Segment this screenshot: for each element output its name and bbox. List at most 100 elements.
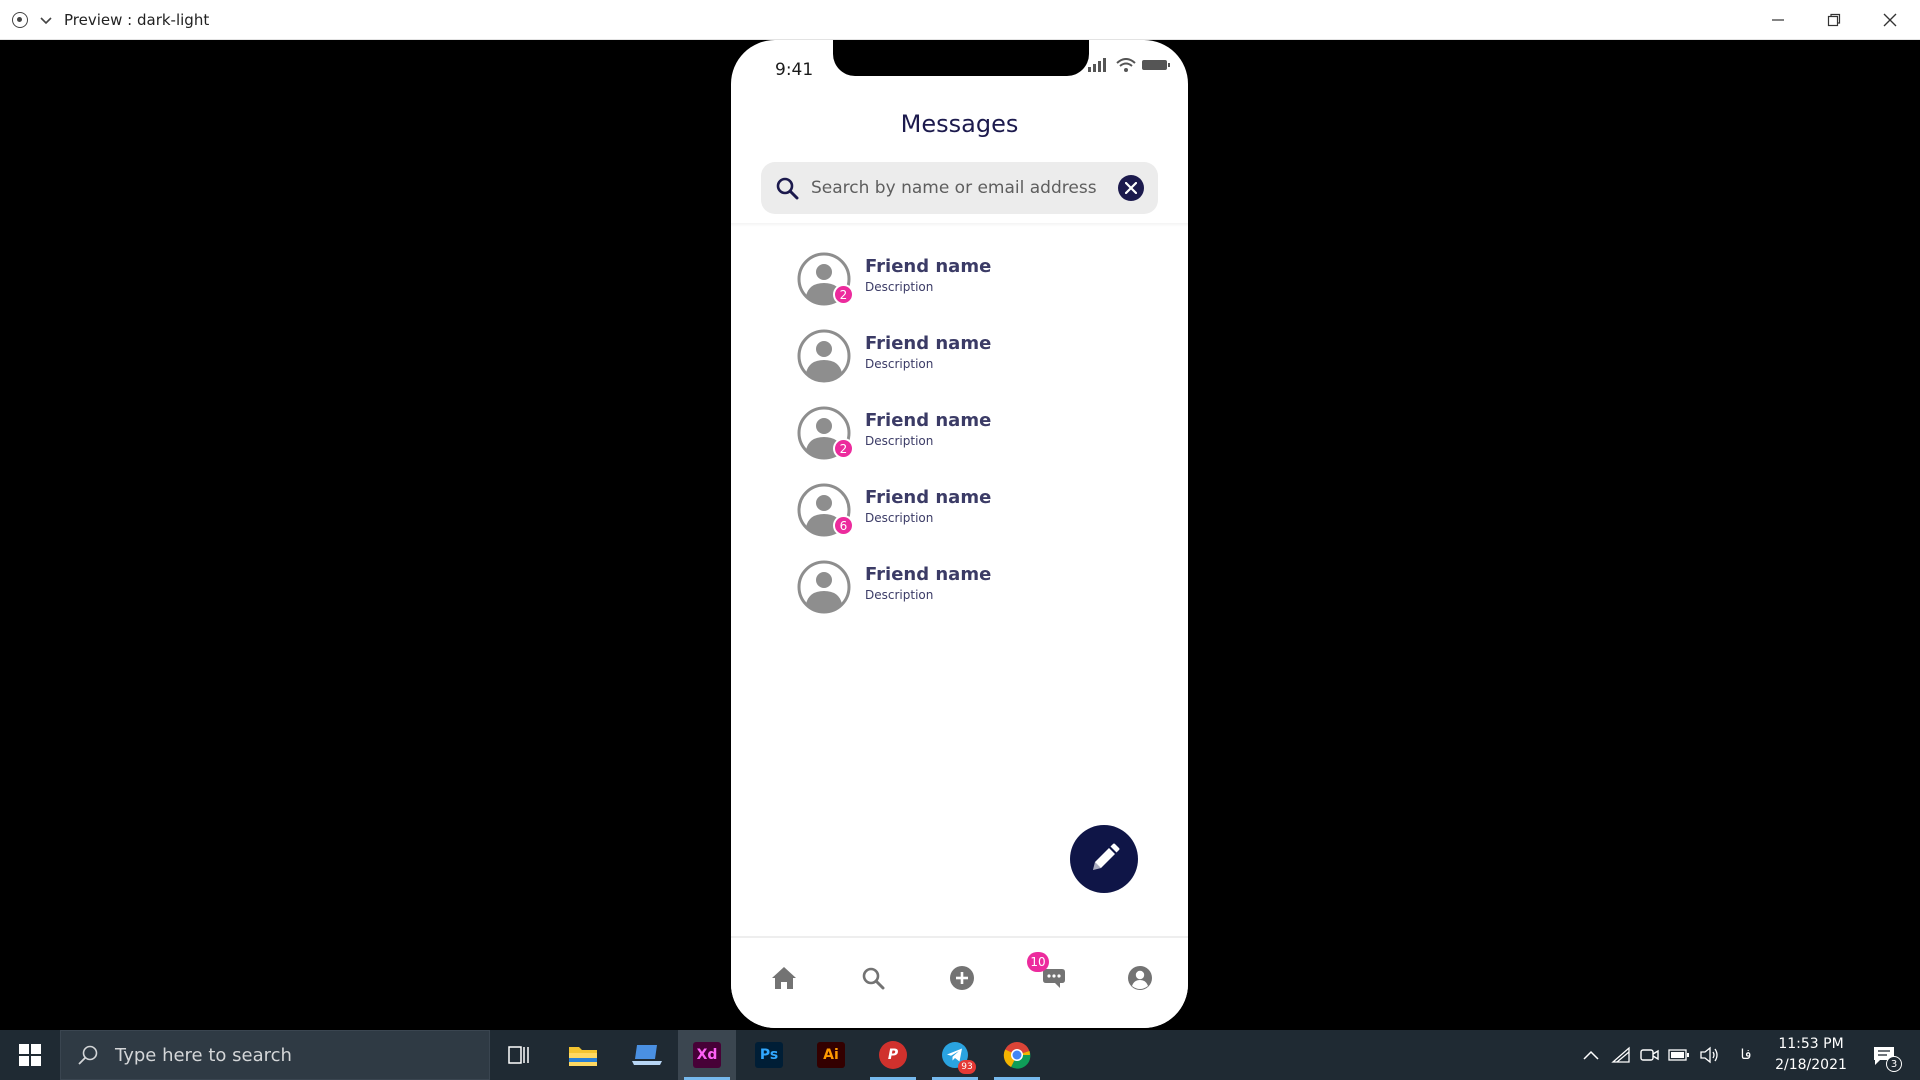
taskbar-search-placeholder: Type here to search [115, 1044, 292, 1066]
windows-logo-icon [19, 1044, 41, 1066]
illustrator-icon: Ai [817, 1042, 845, 1068]
notification-count: 3 [1886, 1056, 1902, 1072]
friend-row[interactable]: 2 Friend name Description [797, 406, 1157, 483]
friend-name: Friend name [865, 256, 992, 277]
laptop-icon [632, 1045, 662, 1065]
user-avatar-icon [797, 560, 851, 614]
restore-icon [1827, 13, 1841, 27]
battery-icon [1142, 60, 1170, 70]
phone-notch [833, 40, 1089, 76]
friend-name: Friend name [865, 487, 992, 508]
friend-name: Friend name [865, 333, 992, 354]
taskbar-app-psiphon[interactable]: P [864, 1030, 922, 1080]
taskbar-app-photoshop[interactable]: Ps [740, 1030, 798, 1080]
taskbar-app-adobe-xd[interactable]: Xd [678, 1030, 736, 1080]
compose-button[interactable] [1070, 825, 1138, 893]
taskbar-app-chrome[interactable] [988, 1030, 1046, 1080]
phone-frame: 9:41 Messages Search by name or email ad… [731, 40, 1188, 1028]
bottom-tab-bar: 10 [731, 936, 1188, 1028]
unread-badge: 6 [833, 515, 854, 536]
search-icon [862, 967, 885, 990]
taskbar: Type here to search Xd Ps Ai P 93 فا 11:… [0, 1030, 1920, 1080]
meet-now-button[interactable] [1638, 1044, 1660, 1066]
network-icon [1611, 1046, 1630, 1063]
avatar: 2 [797, 252, 854, 306]
start-button[interactable] [0, 1030, 60, 1080]
friend-description: Description [865, 588, 934, 602]
volume-icon [1700, 1046, 1718, 1064]
friend-description: Description [865, 511, 934, 525]
window-title-bar: Preview : dark-light [0, 0, 1920, 40]
status-icons [1088, 58, 1172, 72]
close-icon [1125, 182, 1137, 194]
search-input[interactable] [811, 178, 1118, 198]
camera-icon [1640, 1049, 1659, 1061]
search-icon [78, 1045, 98, 1065]
chevron-up-icon [1583, 1050, 1599, 1060]
taskbar-app-laptop[interactable] [618, 1030, 676, 1080]
friend-row[interactable]: Friend name Description [797, 329, 1157, 406]
minimize-button[interactable] [1750, 0, 1806, 40]
show-hidden-icons-button[interactable] [1580, 1044, 1602, 1066]
friend-row[interactable]: 2 Friend name Description [797, 252, 1157, 329]
adobe-xd-icon: Xd [693, 1042, 721, 1068]
signal-icon [1088, 58, 1106, 72]
friend-name: Friend name [865, 564, 992, 585]
profile-icon [1128, 966, 1152, 990]
friend-row[interactable]: 6 Friend name Description [797, 483, 1157, 560]
search-icon [776, 177, 799, 200]
input-language[interactable]: فا [1735, 1044, 1757, 1066]
messages-badge: 10 [1027, 952, 1049, 972]
status-time: 9:41 [775, 60, 814, 80]
user-avatar-icon [797, 329, 851, 383]
close-icon [1883, 13, 1897, 27]
search-bar [761, 162, 1158, 214]
window-title: Preview : dark-light [64, 11, 210, 29]
tab-profile[interactable] [1120, 958, 1160, 998]
taskbar-app-illustrator[interactable]: Ai [802, 1030, 860, 1080]
action-center-button[interactable]: 3 [1864, 1040, 1904, 1072]
tab-home[interactable] [764, 958, 804, 998]
tab-search[interactable] [853, 958, 893, 998]
friend-name: Friend name [865, 410, 992, 431]
volume-button[interactable] [1698, 1044, 1720, 1066]
avatar [797, 560, 851, 614]
avatar: 2 [797, 406, 854, 460]
header-divider [731, 223, 1188, 227]
friend-description: Description [865, 434, 934, 448]
avatar: 6 [797, 483, 854, 537]
tab-messages[interactable]: 10 [1027, 952, 1071, 998]
task-view-button[interactable] [490, 1030, 548, 1080]
psiphon-icon: P [879, 1041, 907, 1069]
task-view-icon [508, 1046, 529, 1064]
battery-icon [1668, 1049, 1689, 1061]
chevron-down-icon[interactable] [38, 12, 54, 28]
photoshop-icon: Ps [755, 1042, 783, 1068]
friends-list: 2 Friend name Description Friend name De… [797, 252, 1157, 637]
preview-stage: 9:41 Messages Search by name or email ad… [0, 40, 1920, 1030]
tab-add[interactable] [942, 958, 982, 998]
telegram-badge: 93 [958, 1060, 976, 1074]
wifi-icon [1116, 58, 1136, 72]
record-icon[interactable] [12, 12, 28, 28]
folder-icon [569, 1047, 597, 1066]
taskbar-search[interactable]: Type here to search [60, 1030, 490, 1080]
close-button[interactable] [1862, 0, 1918, 40]
friend-description: Description [865, 280, 934, 294]
taskbar-app-telegram[interactable]: 93 [926, 1030, 984, 1080]
avatar [797, 329, 851, 383]
network-button[interactable] [1610, 1044, 1632, 1066]
minimize-icon [1772, 19, 1784, 21]
pencil-icon [1093, 843, 1120, 870]
battery-button[interactable] [1668, 1044, 1690, 1066]
clock-time: 11:53 PM [1778, 1036, 1844, 1052]
home-icon [772, 967, 796, 989]
friend-row[interactable]: Friend name Description [797, 560, 1157, 637]
unread-badge: 2 [833, 284, 854, 305]
taskbar-clock[interactable]: 11:53 PM 2/18/2021 [1766, 1034, 1856, 1076]
clear-search-button[interactable] [1118, 175, 1144, 201]
page-title: Messages [900, 110, 1019, 138]
friend-description: Description [865, 357, 934, 371]
restore-button[interactable] [1806, 0, 1862, 40]
taskbar-app-file-explorer[interactable] [554, 1030, 612, 1080]
